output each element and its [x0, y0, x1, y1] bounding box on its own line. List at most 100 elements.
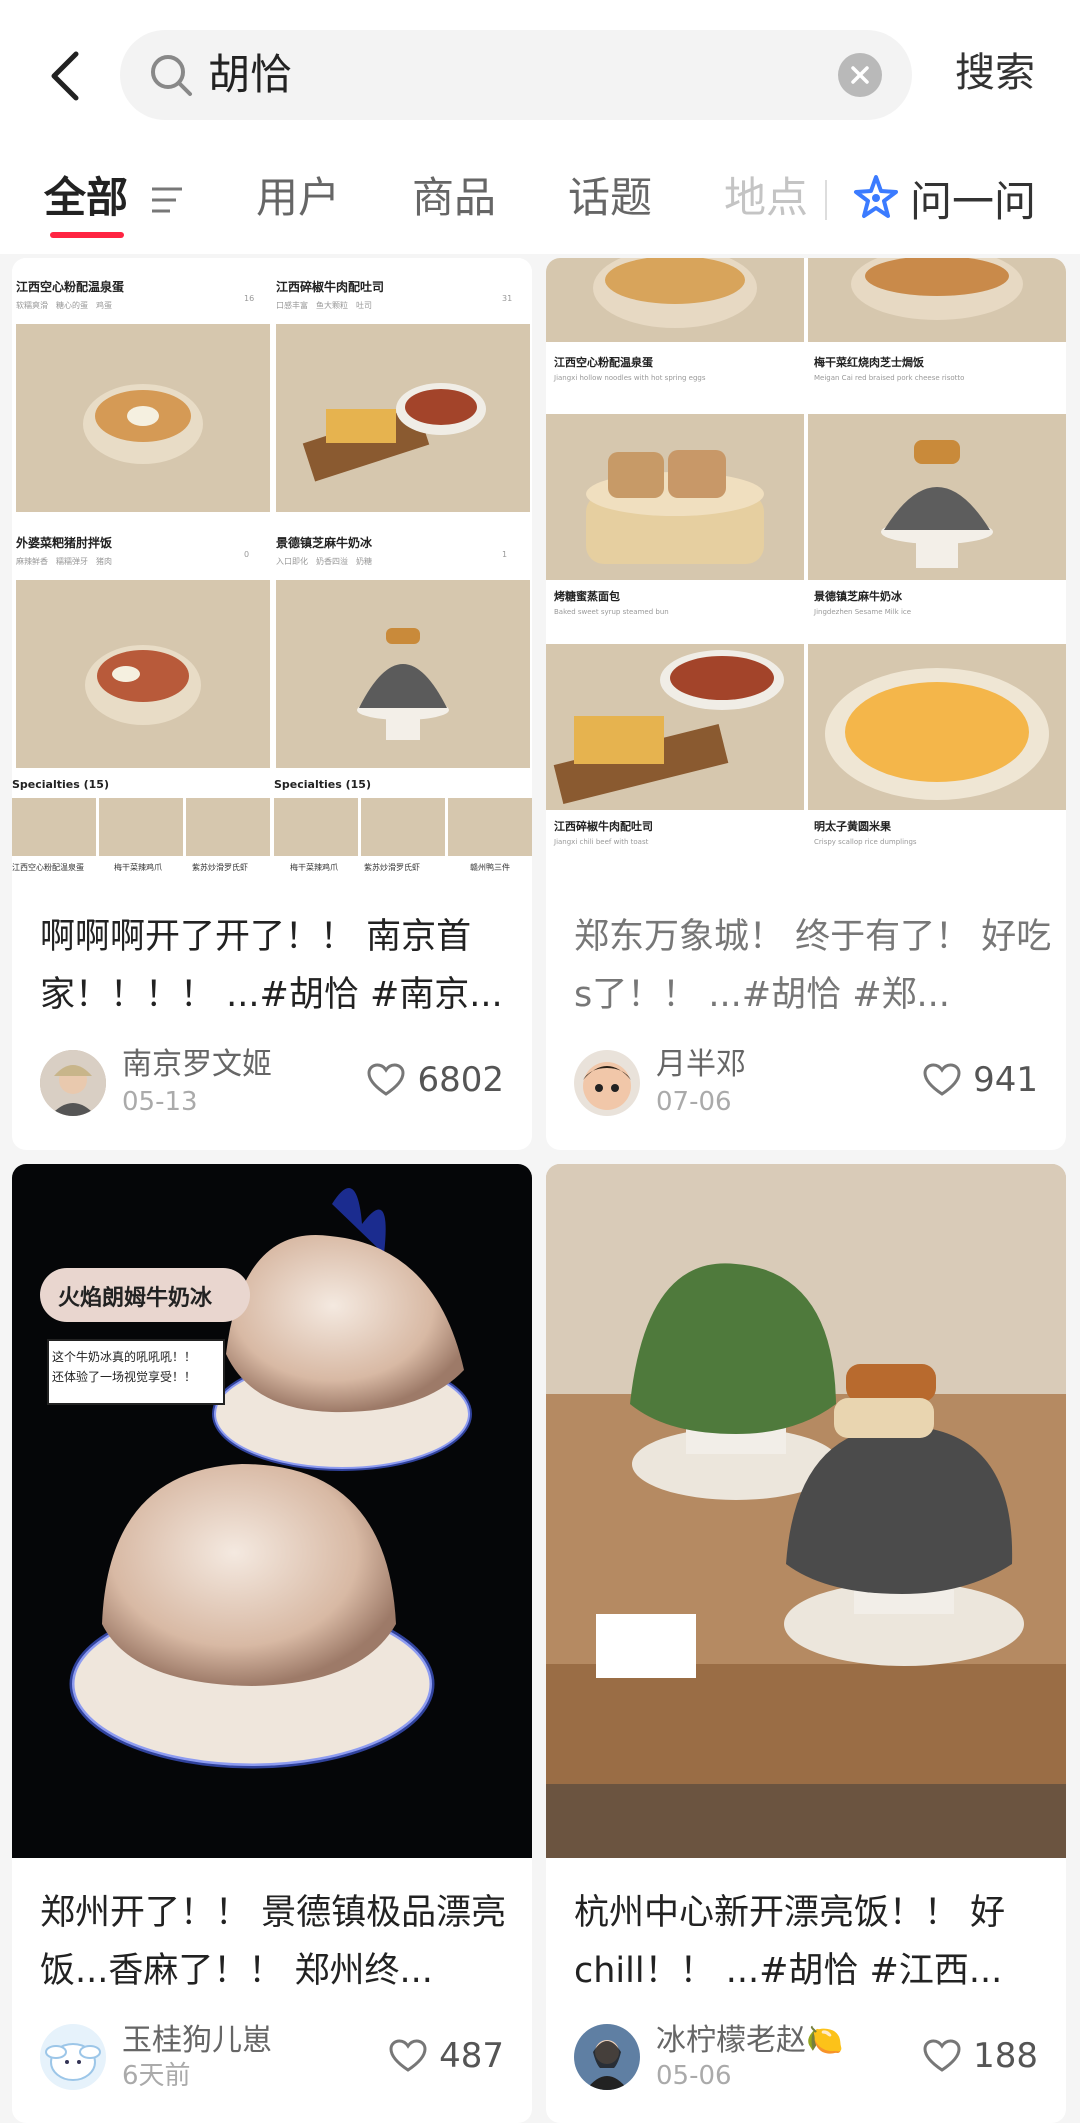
dish-thumbnail [186, 798, 270, 856]
thumbnail-caption: 紫苏炒滑罗氏虾 [192, 863, 248, 872]
image-sticker-text: 火焰朗姆牛奶冰 [58, 1286, 213, 1311]
note-cover-image: 江西空心粉配温泉蛋 软糯爽滑 糖心的蛋 鸡蛋 16 江西碎椒牛肉配吐司 口感丰富… [12, 258, 532, 878]
tab-places[interactable]: 地点 [724, 170, 808, 226]
like-count: 1 [502, 550, 508, 559]
like-button[interactable]: 487 [389, 2036, 504, 2076]
like-count: 0 [244, 550, 250, 559]
dish-photo [16, 580, 270, 768]
search-box[interactable]: 胡恰 [120, 30, 912, 120]
menu-item-tags: 口感丰富 鱼大颗粒 吐司 [276, 301, 372, 310]
like-button[interactable]: 188 [923, 2036, 1038, 2076]
thumbnail-caption: 江西空心粉配温泉蛋 [12, 863, 84, 872]
like-button[interactable]: 6802 [367, 1060, 504, 1100]
author-name[interactable]: 冰柠檬老赵🍋 [656, 2022, 843, 2060]
menu-item-tags: 入口即化 奶香四溢 奶糖 [276, 557, 372, 566]
avatar[interactable] [40, 2024, 106, 2090]
ask-button[interactable]: 问一问 [852, 168, 1036, 228]
like-count: 941 [973, 1060, 1038, 1100]
note-title[interactable]: 郑州开了！！ 景德镇极品漂亮饭...香麻了！！ 郑州终... [40, 1884, 520, 2000]
heart-icon [923, 1063, 961, 1096]
thumbnail-caption: 紫苏炒滑罗氏虾 [364, 863, 420, 872]
dish-photo [808, 258, 1066, 342]
dish-photo [808, 414, 1066, 580]
note-cover-image: 江西空心粉配温泉蛋 Jiangxi hollow noodles with ho… [546, 258, 1066, 878]
tab-topics[interactable]: 话题 [568, 170, 652, 226]
like-count: 487 [439, 2036, 504, 2076]
menu-item-name: 梅干菜红烧肉芝士焗饭 [814, 356, 924, 369]
tab-all[interactable]: 全部 [44, 170, 128, 226]
dish-photo [546, 414, 804, 580]
tab-bar: 全部 用户 商品 话题 地点 问一问 [0, 150, 1080, 254]
filter-icon[interactable] [150, 186, 184, 214]
dish-photo [276, 580, 530, 768]
avatar[interactable] [574, 1050, 640, 1116]
post-date: 05-13 [122, 1087, 198, 1117]
ask-label: 问一问 [910, 176, 1037, 226]
note-title[interactable]: 啊啊啊开了开了！！ 南京首家！！！！ ...#胡恰 #南京... [40, 908, 520, 1024]
menu-item-name: 江西碎椒牛肉配吐司 [276, 280, 385, 294]
like-count: 16 [244, 294, 255, 303]
author-name[interactable]: 玉桂狗儿崽 [122, 2022, 272, 2060]
avatar[interactable] [40, 1050, 106, 1116]
menu-item-name: 外婆菜粑猪肘拌饭 [16, 536, 113, 550]
menu-item-subtitle: Meigan Cai red braised pork cheese risot… [814, 374, 965, 382]
dish-photo [546, 258, 804, 342]
post-date: 07-06 [656, 1087, 732, 1117]
menu-item-name: 烤糖蜜蒸面包 [554, 590, 620, 603]
note-card[interactable]: 杭州中心新开漂亮饭！！ 好chill！！ ...#胡恰 #江西... 冰柠檬老赵… [546, 1164, 1066, 2123]
dish-thumbnail [274, 798, 358, 856]
menu-item-subtitle: Jiangxi chili beef with toast [554, 838, 649, 846]
like-button[interactable]: 941 [923, 1060, 1038, 1100]
like-count: 188 [973, 2036, 1038, 2076]
menu-item-subtitle: Baked sweet syrup steamed bun [554, 608, 669, 616]
dish-thumbnail [361, 798, 445, 856]
search-input[interactable]: 胡恰 [208, 48, 292, 102]
menu-item-tags: 软糯爽滑 糖心的蛋 鸡蛋 [16, 301, 112, 310]
menu-item-name: 江西碎椒牛肉配吐司 [554, 820, 653, 833]
dish-photo [16, 324, 270, 512]
thumbnail-caption: 梅干菜辣鸡爪 [114, 863, 162, 872]
note-title[interactable]: 杭州中心新开漂亮饭！！ 好chill！！ ...#胡恰 #江西... [574, 1884, 1054, 2000]
menu-item-tags: 麻辣鲜香 糯糯弹牙 猪肉 [16, 557, 112, 566]
note-cover-image [546, 1164, 1066, 1858]
menu-item-subtitle: Crispy scallop rice dumplings [814, 838, 917, 846]
heart-icon [923, 2039, 961, 2072]
menu-item-name: 江西空心粉配温泉蛋 [16, 280, 125, 294]
menu-item-name: 景德镇芝麻牛奶冰 [276, 536, 373, 550]
post-date: 6天前 [122, 2061, 191, 2091]
top-bar: 胡恰 搜索 [0, 0, 1080, 150]
like-count: 6802 [417, 1060, 504, 1100]
dish-thumbnail [99, 798, 183, 856]
like-count: 31 [502, 294, 513, 303]
avatar[interactable] [574, 2024, 640, 2090]
menu-item-subtitle: Jiangxi hollow noodles with hot spring e… [554, 374, 706, 382]
menu-item-name: 景德镇芝麻牛奶冰 [814, 590, 902, 603]
thumbnail-caption: 梅干菜辣鸡爪 [290, 863, 338, 872]
specialties-label: Specialties (15) [274, 778, 371, 791]
clear-icon[interactable] [838, 53, 882, 97]
dish-photo [546, 644, 804, 810]
back-arrow-icon[interactable] [44, 48, 90, 104]
dish-thumbnail [448, 798, 532, 856]
dish-photo [276, 324, 530, 512]
dish-thumbnail [12, 798, 96, 856]
note-card[interactable]: 火焰朗姆牛奶冰 这个牛奶冰真的吼吼吼！！ 还体验了一场视觉享受！！ 郑州开了！！… [12, 1164, 532, 2123]
heart-icon [389, 2039, 427, 2072]
specialties-label: Specialties (15) [12, 778, 109, 791]
note-card[interactable]: 江西空心粉配温泉蛋 Jiangxi hollow noodles with ho… [546, 258, 1066, 1150]
active-tab-indicator [50, 232, 124, 238]
author-name[interactable]: 南京罗文姬 [122, 1046, 272, 1084]
author-name[interactable]: 月半邓 [656, 1046, 746, 1084]
tab-products[interactable]: 商品 [412, 170, 496, 226]
note-card[interactable]: 江西空心粉配温泉蛋 软糯爽滑 糖心的蛋 鸡蛋 16 江西碎椒牛肉配吐司 口感丰富… [12, 258, 532, 1150]
menu-item-subtitle: Jingdezhen Sesame Milk ice [814, 608, 912, 616]
search-button[interactable]: 搜索 [955, 46, 1035, 100]
note-title[interactable]: 郑东万象城！ 终于有了！ 好吃s了！！ ...#胡恰 #郑... [574, 908, 1054, 1024]
menu-item-name: 明太子黄圆米果 [814, 820, 891, 833]
post-date: 05-06 [656, 2061, 732, 2091]
dish-photo [808, 644, 1066, 810]
tab-users[interactable]: 用户 [256, 170, 340, 226]
image-note-text: 这个牛奶冰真的吼吼吼！！ [52, 1350, 197, 1364]
image-note-text: 还体验了一场视觉享受！！ [52, 1370, 197, 1384]
thumbnail-caption: 赣州鸭三件 [470, 863, 510, 872]
